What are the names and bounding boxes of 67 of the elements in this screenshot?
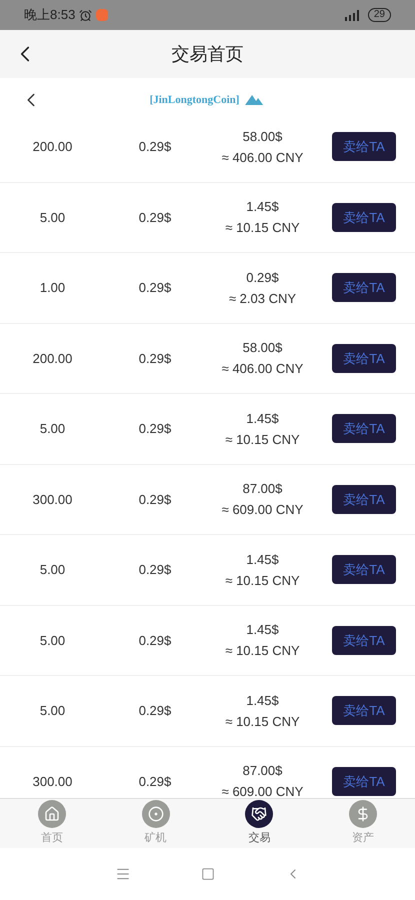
cny-text: ≈ 10.15 CNY (225, 712, 300, 731)
amount-text: 300.00 (32, 772, 74, 790)
total-text: 58.00$ (242, 128, 282, 146)
cny-text: ≈ 10.15 CNY (225, 572, 300, 590)
menu-icon[interactable] (114, 866, 130, 882)
amount-text: 5.00 (38, 702, 66, 720)
brand-name: [JinLongtongCoin] (150, 92, 240, 108)
total-text: 1.45$ (246, 692, 279, 710)
amount-text: 5.00 (38, 561, 66, 579)
ring-icon (148, 806, 164, 822)
cny-text: ≈ 10.15 CNY (225, 642, 300, 660)
app-notification-icon (96, 9, 108, 21)
price-text: 0.29$ (138, 350, 172, 368)
tab-item[interactable]: 首页 (0, 799, 104, 848)
signal-icon (344, 10, 360, 20)
amount-text: 5.00 (38, 420, 66, 438)
price-text: 0.29$ (138, 772, 172, 790)
cny-text: ≈ 10.15 CNY (225, 430, 300, 449)
amount-text: 5.00 (38, 632, 66, 650)
sell-button[interactable]: 卖给TA (332, 344, 396, 373)
tab-item[interactable]: 资产 (311, 799, 415, 848)
amount-text: 1.00 (38, 279, 66, 297)
amount-text: 200.00 (32, 138, 74, 156)
tab-item[interactable]: 矿机 (104, 799, 208, 848)
total-text: 1.45$ (246, 621, 279, 640)
cny-text: ≈ 609.00 CNY (222, 501, 304, 520)
price-text: 0.29$ (138, 279, 172, 297)
cny-text: ≈ 406.00 CNY (222, 148, 304, 167)
amount-text: 200.00 (32, 350, 74, 368)
amount-text: 300.00 (32, 490, 74, 508)
total-text: 87.00$ (242, 762, 282, 780)
tab-item[interactable]: 交易 (208, 799, 312, 848)
price-text: 0.29$ (138, 702, 172, 720)
price-text: 0.29$ (138, 208, 172, 226)
sell-button[interactable]: 卖给TA (332, 626, 396, 655)
sell-button[interactable]: 卖给TA (332, 132, 396, 162)
price-text: 0.29$ (138, 420, 172, 438)
total-text: 58.00$ (242, 339, 282, 358)
status-time: 晚上8:53 (24, 6, 76, 24)
sell-button[interactable]: 卖给TA (332, 696, 396, 726)
sell-button[interactable]: 卖给TA (332, 484, 396, 514)
sell-button[interactable]: 卖给TA (332, 273, 396, 302)
price-text: 0.29$ (138, 632, 172, 650)
sell-button[interactable]: 卖给TA (332, 555, 396, 584)
handshake-icon (251, 806, 268, 822)
total-text: 87.00$ (242, 480, 282, 498)
amount-text: 5.00 (38, 208, 66, 226)
total-text: 1.45$ (246, 550, 279, 569)
price-text: 0.29$ (138, 138, 172, 156)
alarm-icon (79, 8, 92, 22)
mountain-logo-icon (243, 93, 266, 107)
total-text: 0.29$ (246, 268, 279, 287)
price-text: 0.29$ (138, 490, 172, 508)
sell-button[interactable]: 卖给TA (332, 414, 396, 444)
price-text: 0.29$ (138, 561, 172, 579)
cny-text: ≈ 2.03 CNY (228, 290, 296, 308)
cny-text: ≈ 10.15 CNY (225, 219, 300, 238)
battery-level: 29 (368, 8, 391, 22)
cny-text: ≈ 406.00 CNY (222, 360, 304, 378)
house-icon (44, 806, 60, 822)
sell-button[interactable]: 卖给TA (332, 766, 396, 796)
header-title: 交易首页 (172, 42, 244, 66)
total-text: 1.45$ (246, 410, 279, 428)
sell-button[interactable]: 卖给TA (332, 202, 396, 232)
home-square-icon[interactable] (200, 867, 214, 881)
total-text: 1.45$ (246, 198, 279, 216)
cny-text: ≈ 609.00 CNY (222, 783, 304, 798)
